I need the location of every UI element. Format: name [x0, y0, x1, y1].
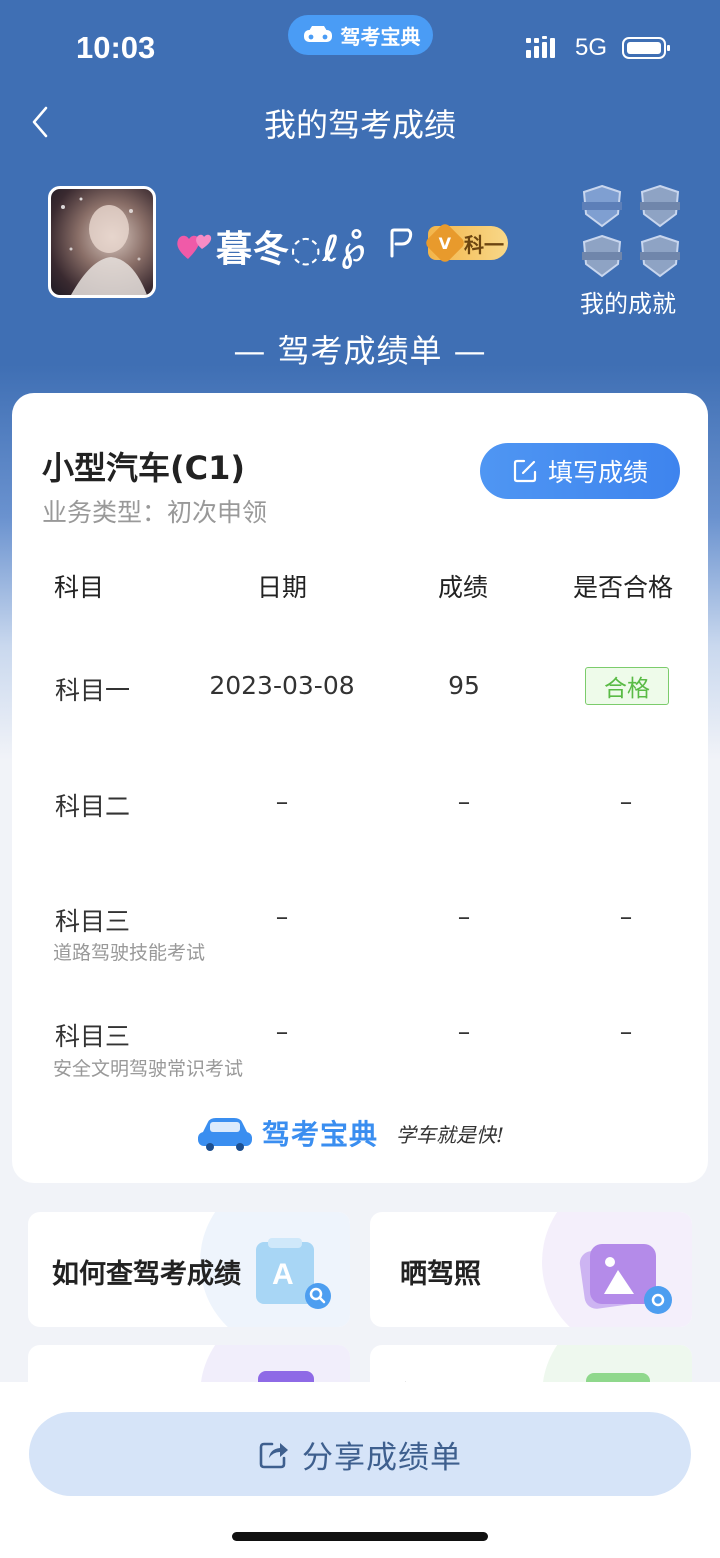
- car-icon: [303, 26, 332, 42]
- signal-icon: [526, 36, 555, 58]
- photo-camera-icon: [579, 1244, 672, 1314]
- achievements-panel[interactable]: 我的成就: [572, 184, 684, 319]
- document-search-icon: A: [256, 1238, 331, 1309]
- car-logo-icon: [198, 1118, 252, 1151]
- heart-icon: [176, 229, 212, 270]
- table-row-date: –: [275, 902, 289, 931]
- battery-icon: [622, 37, 670, 59]
- license-type: 小型汽车(C1): [42, 449, 246, 487]
- table-row-pass: –: [619, 902, 633, 931]
- bottom-action-bar: 分享成绩单: [0, 1382, 720, 1558]
- fill-score-button[interactable]: 填写成绩: [480, 443, 680, 499]
- home-indicator[interactable]: [232, 1532, 488, 1541]
- brand-name: 驾考宝典: [262, 1118, 379, 1151]
- score-card: 小型汽车(C1) 业务类型：初次申领 填写成绩 科目 日期 成绩 是否合格 科目…: [12, 393, 708, 1183]
- username: 暮冬◌ℓ℘̊: [176, 220, 367, 272]
- business-type: 业务类型：初次申领: [42, 498, 268, 527]
- table-row-score: 95: [448, 671, 480, 700]
- tile-label: 晒驾照: [400, 1259, 481, 1290]
- table-row-date: –: [275, 1017, 289, 1046]
- svg-text:A: A: [272, 1258, 294, 1291]
- app-name: 驾考宝典: [340, 24, 421, 49]
- table-row-subject: 科目三: [55, 907, 131, 936]
- subject-badge: V 科一: [423, 221, 508, 265]
- vip-v-icon: V: [423, 221, 467, 265]
- edit-icon: [513, 459, 537, 483]
- share-icon: [259, 1442, 288, 1469]
- subject-badge-label: 科一: [464, 232, 504, 257]
- avatar-photo-icon: [61, 197, 147, 295]
- table-row-sublabel: 安全文明驾驶常识考试: [53, 1058, 244, 1080]
- status-bar: 10:03 驾考宝典 5G: [0, 0, 720, 90]
- brand-slogan: 学车就是快!: [396, 1122, 505, 1147]
- column-header-subject: 科目: [54, 573, 105, 602]
- tile-how-to-check-scores[interactable]: 如何查驾考成绩 A: [28, 1212, 350, 1327]
- fill-score-label: 填写成绩: [547, 458, 648, 487]
- app-indicator-pill[interactable]: 驾考宝典: [288, 15, 433, 55]
- column-header-score: 成绩: [438, 573, 489, 602]
- share-button-label: 分享成绩单: [302, 1439, 462, 1476]
- table-row-subject: 科目二: [55, 792, 131, 821]
- status-time: 10:03: [76, 30, 156, 65]
- table-row-pass: –: [619, 787, 633, 816]
- achievement-shield-icon: [640, 184, 680, 228]
- pass-status-badge: 合格: [585, 667, 669, 705]
- page-title: 我的驾考成绩: [263, 106, 456, 144]
- column-header-date: 日期: [257, 573, 308, 602]
- column-header-pass: 是否合格: [573, 573, 674, 602]
- achievement-shield-icon: [582, 234, 622, 278]
- achievements-label: 我的成就: [580, 290, 676, 318]
- tile-label: 如何查驾考成绩: [52, 1259, 241, 1290]
- achievement-shield-icon: [640, 234, 680, 278]
- table-row-date: 2023-03-08: [209, 671, 355, 700]
- tile-show-license[interactable]: 晒驾照: [370, 1212, 692, 1327]
- avatar[interactable]: [48, 186, 156, 298]
- level-flag-icon: [390, 228, 413, 258]
- table-row-subject: 科目三: [55, 1022, 131, 1051]
- table-row-pass: –: [619, 1017, 633, 1046]
- score-sheet-title: — 驾考成绩单 —: [233, 332, 487, 370]
- network-type: 5G: [575, 34, 608, 61]
- share-score-sheet-button[interactable]: 分享成绩单: [29, 1412, 691, 1496]
- table-row-sublabel: 道路驾驶技能考试: [53, 942, 206, 964]
- table-row-subject: 科目一: [55, 676, 131, 705]
- username-text: 暮冬◌ℓ℘̊: [216, 229, 367, 270]
- brand-logo: 驾考宝典 学车就是快!: [196, 1113, 504, 1153]
- table-row-date: –: [275, 787, 289, 816]
- achievement-shield-icon: [582, 184, 622, 228]
